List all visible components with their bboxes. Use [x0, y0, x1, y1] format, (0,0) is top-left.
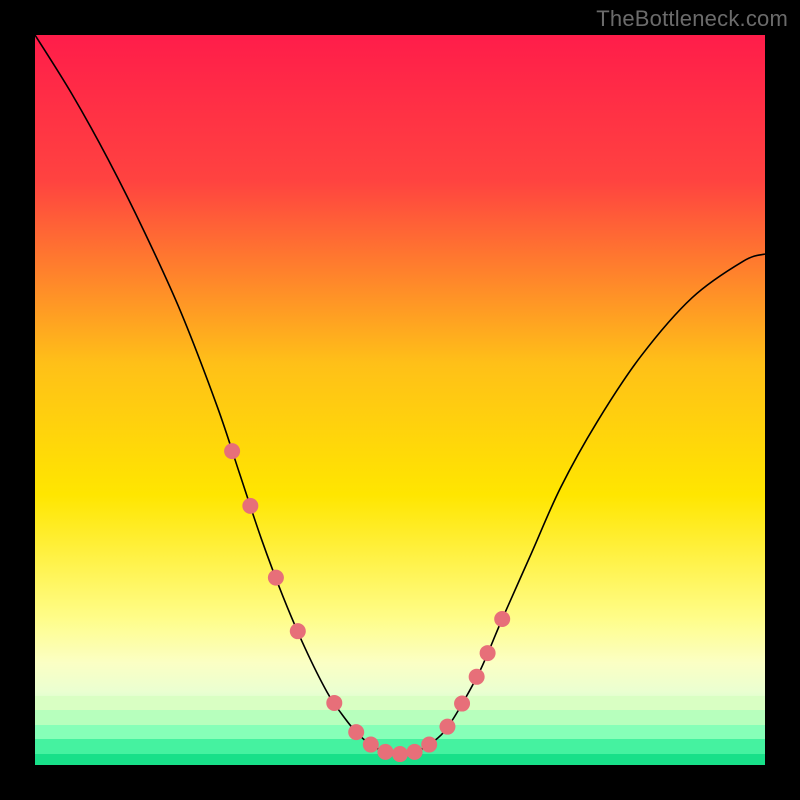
curve-dots-group: [224, 443, 510, 762]
curve-dot: [480, 645, 496, 661]
curve-dot: [224, 443, 240, 459]
bottleneck-curve: [35, 35, 765, 754]
curve-dot: [494, 611, 510, 627]
curve-dot: [439, 719, 455, 735]
curve-dot: [454, 696, 470, 712]
curve-dot: [348, 724, 364, 740]
curve-dot: [469, 669, 485, 685]
chart-root: TheBottleneck.com: [0, 0, 800, 800]
curve-dot: [242, 498, 258, 514]
curve-dot: [363, 737, 379, 753]
curve-dot: [268, 570, 284, 586]
curve-dot: [377, 744, 393, 760]
plot-area: [35, 35, 765, 765]
watermark-text: TheBottleneck.com: [596, 6, 788, 32]
curve-dot: [407, 744, 423, 760]
curve-dot: [326, 695, 342, 711]
curve-dot: [421, 737, 437, 753]
curve-dot: [290, 623, 306, 639]
curve-svg: [35, 35, 765, 765]
curve-dot: [392, 746, 408, 762]
watermark-label: TheBottleneck.com: [596, 6, 788, 31]
